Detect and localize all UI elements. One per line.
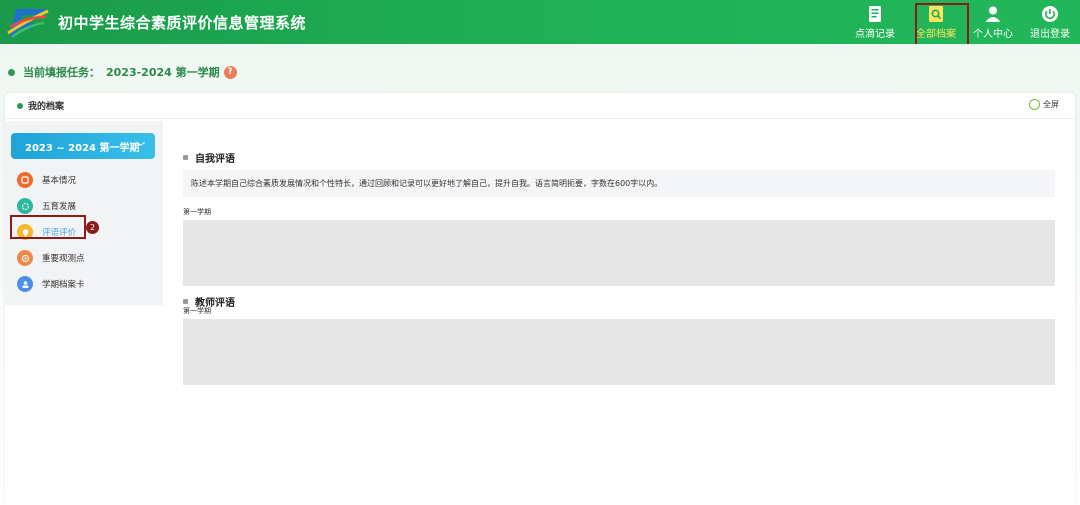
task-label: 当前填报任务： (23, 66, 100, 79)
sidebar-item-basic-info[interactable]: 基本情况 (17, 170, 76, 190)
top-header: 初中学生综合素质评价信息管理系统 点滴记录 全部档案 个人中心 退出登录 (0, 0, 1080, 44)
record-icon (869, 5, 881, 22)
nav-personal-center[interactable]: 个人中心 (966, 0, 1020, 44)
card-title: 我的档案 (28, 102, 65, 112)
logo-icon (6, 3, 50, 41)
section-bullet-icon (183, 155, 188, 160)
user-icon (985, 6, 1001, 22)
basic-info-icon (17, 172, 33, 188)
current-task: 当前填报任务： 2023-2024 第一学期 ? (8, 64, 237, 80)
sidebar-item-label: 重要观测点 (42, 254, 85, 264)
sidebar-item-archive-card[interactable]: 学期档案卡 (17, 274, 85, 294)
nav-archive[interactable]: 全部档案 (909, 0, 963, 44)
self-eval-hint: 陈述本学期自己综合素质发展情况和个性特长，通过回顾和记录可以更好地了解自己，提升… (183, 170, 1055, 197)
sidebar-item-development[interactable]: 五育发展 (17, 196, 76, 216)
section-bullet-icon (183, 299, 188, 304)
sidebar-item-label: 学期档案卡 (42, 280, 85, 290)
nav-logout[interactable]: 退出登录 (1023, 0, 1077, 44)
fullscreen-button[interactable]: 全屏 (1029, 99, 1059, 110)
nav-label: 全部档案 (916, 28, 956, 40)
term-selector-label: 2023 ~ 2024 第一学期 (25, 142, 140, 154)
term-selector[interactable]: 2023 ~ 2024 第一学期 ﹀ (11, 133, 155, 159)
archive-icon (929, 5, 943, 22)
nav-label: 退出登录 (1030, 28, 1070, 40)
top-nav: 点滴记录 全部档案 个人中心 退出登录 (848, 0, 1080, 44)
sidebar-item-label: 评语评价 (42, 228, 77, 238)
archive-card: 我的档案 全屏 2023 ~ 2024 第一学期 ﹀ 基本情况 五育发展 评语评 (5, 93, 1075, 505)
power-icon (1042, 5, 1058, 22)
section-title-text: 自我评语 (195, 154, 235, 165)
nav-label: 个人中心 (973, 28, 1013, 40)
card-header: 我的档案 (5, 93, 1075, 119)
sidebar-item-comments[interactable]: 评语评价 (17, 222, 76, 242)
step-badge-2: 2 (86, 221, 99, 234)
development-icon (17, 198, 33, 214)
teacher-eval-term-label: 第一学期 (183, 307, 211, 315)
chevron-down-icon: ﹀ (135, 143, 145, 153)
nav-record[interactable]: 点滴记录 (848, 0, 902, 44)
sidebar-item-label: 五育发展 (42, 202, 77, 212)
self-eval-title: 自我评语 (183, 150, 235, 165)
help-icon[interactable]: ? (223, 65, 237, 79)
app-title: 初中学生综合素质评价信息管理系统 (58, 13, 307, 32)
self-eval-textarea[interactable] (183, 220, 1055, 286)
bullet-icon (17, 102, 23, 109)
self-eval-term-label: 第一学期 (183, 208, 211, 216)
fullscreen-label: 全屏 (1043, 100, 1059, 109)
bullet-icon (8, 68, 15, 76)
archive-card-icon (17, 276, 33, 292)
sidebar-item-label: 基本情况 (42, 176, 77, 186)
sidebar: 2023 ~ 2024 第一学期 ﹀ 基本情况 五育发展 评语评价 重要观测点 … (5, 121, 163, 305)
comment-icon (17, 224, 33, 240)
fullscreen-icon (1029, 99, 1040, 110)
nav-label: 点滴记录 (855, 28, 895, 40)
teacher-eval-textarea (183, 319, 1055, 385)
task-term: 2023-2024 第一学期 (106, 66, 220, 79)
sidebar-item-observation[interactable]: 重要观测点 (17, 248, 85, 268)
observation-icon (17, 250, 33, 266)
